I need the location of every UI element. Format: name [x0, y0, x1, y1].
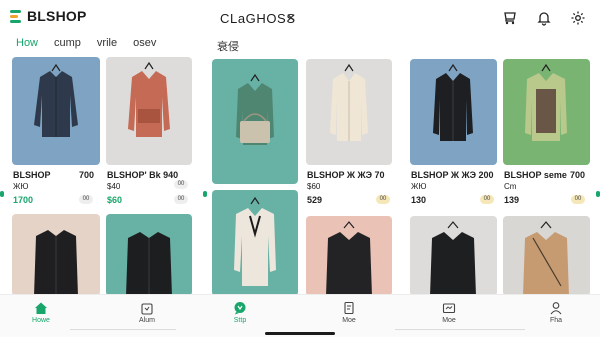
- nav-sttp[interactable]: Sttp: [220, 301, 260, 324]
- tab-cump[interactable]: cump: [54, 37, 81, 49]
- bottom-navigation: Howe Alum Sttp Moe Moe Fha: [0, 294, 600, 337]
- product-image: [410, 59, 497, 165]
- nav-label: Fha: [549, 317, 563, 324]
- product-image[interactable]: [306, 216, 392, 296]
- product-name: BLSHOP seme: [504, 170, 567, 180]
- home-indicator[interactable]: [265, 332, 335, 335]
- product-total: 1700: [13, 195, 34, 205]
- home-icon: [35, 302, 47, 314]
- logo-text: BLSHOP: [27, 8, 87, 24]
- product-name: BLSHOP Ж ЖЭ 200: [411, 170, 494, 180]
- product-total: 130: [411, 195, 427, 205]
- nav-label: Alum: [139, 317, 155, 324]
- bell-icon[interactable]: [536, 10, 552, 26]
- product-name: BLSHOP Ж ЖЭ 70: [307, 170, 385, 180]
- product-image: [212, 59, 298, 184]
- nav-moe[interactable]: Moe: [329, 301, 369, 324]
- close-icon[interactable]: ✕: [286, 11, 296, 25]
- product-name: BLSHOP: [13, 170, 51, 180]
- tab-how[interactable]: How: [16, 37, 38, 49]
- product-image[interactable]: [12, 214, 100, 296]
- nav-fha[interactable]: Fha: [536, 301, 576, 324]
- product-subprice: ЖЮ: [411, 182, 427, 191]
- card-icon: [442, 303, 456, 314]
- nav-label: Moe: [442, 317, 456, 324]
- product-image: [503, 59, 590, 165]
- product-total: $60: [107, 195, 123, 205]
- document-icon: [344, 301, 354, 315]
- scroll-indicator: [596, 191, 600, 197]
- product-total: 139: [504, 195, 520, 205]
- product-card[interactable]: BLSHOP' Bk 940 $40 $60 00 00: [106, 57, 194, 209]
- nav-home[interactable]: Howe: [21, 301, 61, 324]
- product-card[interactable]: BLSHOP Ж ЖЭ 200 ЖЮ 130 00: [410, 59, 500, 209]
- product-badge[interactable]: 00: [376, 195, 390, 204]
- product-subprice: ЖЮ: [13, 182, 29, 191]
- product-price: 700: [570, 170, 586, 180]
- product-total: 529: [307, 195, 323, 205]
- product-subprice: $40: [107, 182, 121, 191]
- product-image[interactable]: [106, 214, 192, 296]
- product-image: [12, 57, 100, 165]
- scroll-indicator: [0, 191, 4, 197]
- product-image: [306, 59, 392, 165]
- product-image[interactable]: [503, 216, 590, 296]
- product-card[interactable]: BLSHOP 700 ЖЮ 1700 00: [12, 57, 100, 209]
- product-badge[interactable]: 00: [571, 195, 585, 204]
- product-image: [106, 57, 192, 165]
- profile-icon: [550, 302, 562, 315]
- chat-icon: [234, 302, 246, 315]
- divider: [395, 329, 525, 330]
- product-badge[interactable]: 00: [480, 195, 494, 204]
- nav-moe-2[interactable]: Moe: [429, 301, 469, 324]
- top-bar: BLSHOP CLaGHOSS ✕: [0, 0, 600, 34]
- scroll-indicator: [203, 191, 207, 197]
- product-card[interactable]: BLSHOP Ж ЖЭ 70 $60 529 00: [306, 59, 396, 209]
- category-tabs: How cump vrile osev: [16, 37, 156, 49]
- tab-vrile[interactable]: vrile: [97, 37, 117, 49]
- gear-icon[interactable]: [570, 10, 586, 26]
- app-logo[interactable]: BLSHOP: [8, 8, 87, 24]
- product-badge[interactable]: 00: [174, 180, 188, 189]
- product-image[interactable]: [410, 216, 497, 296]
- product-subprice: Cm: [504, 182, 517, 191]
- product-subprice: $60: [307, 182, 321, 191]
- product-price: 700: [79, 170, 95, 180]
- cart-icon[interactable]: [502, 10, 518, 26]
- product-card[interactable]: BLSHOP seme 700 Cm 139 00: [503, 59, 593, 209]
- logo-icon: [8, 9, 22, 23]
- product-grid: BLSHOP 700 ЖЮ 1700 00 BLSHOP' Bk 940 $40…: [0, 55, 600, 296]
- product-badge[interactable]: 00: [174, 195, 188, 204]
- divider: [70, 329, 176, 330]
- nav-alum[interactable]: Alum: [127, 301, 167, 324]
- search-title[interactable]: CLaGHOSS: [220, 11, 296, 26]
- nav-label: Moe: [342, 317, 356, 324]
- tab-osev[interactable]: osev: [133, 37, 156, 49]
- product-name: BLSHOP' Bk 940: [107, 170, 179, 180]
- nav-label: Sttp: [233, 317, 247, 324]
- bag-icon: [141, 303, 153, 315]
- product-badge[interactable]: 00: [79, 195, 93, 204]
- product-card[interactable]: [212, 59, 300, 187]
- section-label: 衰侵: [217, 41, 239, 53]
- product-image[interactable]: [212, 190, 298, 296]
- nav-label: Howe: [32, 317, 50, 324]
